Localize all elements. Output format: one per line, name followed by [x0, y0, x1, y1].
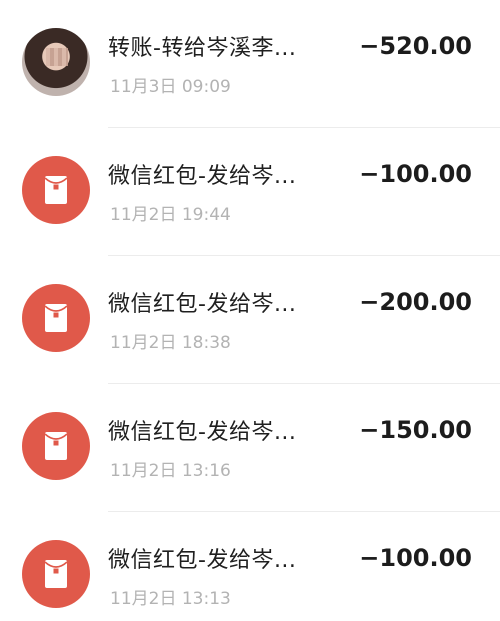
transaction-amount: −100.00	[359, 544, 472, 572]
red-packet-icon	[44, 560, 68, 588]
red-packet-avatar	[22, 156, 90, 224]
blurred-face	[46, 48, 68, 66]
transaction-title: 微信红包-发给岑...	[108, 420, 297, 445]
transaction-title: 微信红包-发给岑...	[108, 164, 297, 189]
transaction-time: 11月3日 09:09	[110, 77, 231, 97]
transaction-title: 微信红包-发给岑...	[108, 292, 297, 317]
transaction-time: 11月2日 13:16	[110, 461, 231, 481]
transaction-amount: −150.00	[359, 416, 472, 444]
transaction-amount: −200.00	[359, 288, 472, 316]
transaction-time: 11月2日 18:38	[110, 333, 231, 353]
transaction-row[interactable]: 转账-转给岑溪李... 11月3日 09:09 −520.00	[0, 0, 500, 128]
red-packet-avatar	[22, 540, 90, 608]
red-packet-icon	[44, 176, 68, 204]
contact-avatar	[22, 28, 90, 96]
transaction-list: 转账-转给岑溪李... 11月3日 09:09 −520.00 微信红包-发给岑…	[0, 0, 500, 621]
transaction-row[interactable]: 微信红包-发给岑... 11月2日 18:38 −200.00	[0, 256, 500, 384]
transaction-row[interactable]: 微信红包-发给岑... 11月2日 19:44 −100.00	[0, 128, 500, 256]
transaction-amount: −100.00	[359, 160, 472, 188]
transaction-time: 11月2日 19:44	[110, 205, 231, 225]
red-packet-avatar	[22, 412, 90, 480]
red-packet-avatar	[22, 284, 90, 352]
transaction-title: 微信红包-发给岑...	[108, 548, 297, 573]
transaction-row[interactable]: 微信红包-发给岑... 11月2日 13:16 −150.00	[0, 384, 500, 512]
red-packet-icon	[44, 304, 68, 332]
transaction-row[interactable]: 微信红包-发给岑... 11月2日 13:13 −100.00	[0, 512, 500, 621]
red-packet-icon	[44, 432, 68, 460]
transaction-title: 转账-转给岑溪李...	[108, 36, 297, 61]
transaction-amount: −520.00	[359, 32, 472, 60]
transaction-time: 11月2日 13:13	[110, 589, 231, 609]
